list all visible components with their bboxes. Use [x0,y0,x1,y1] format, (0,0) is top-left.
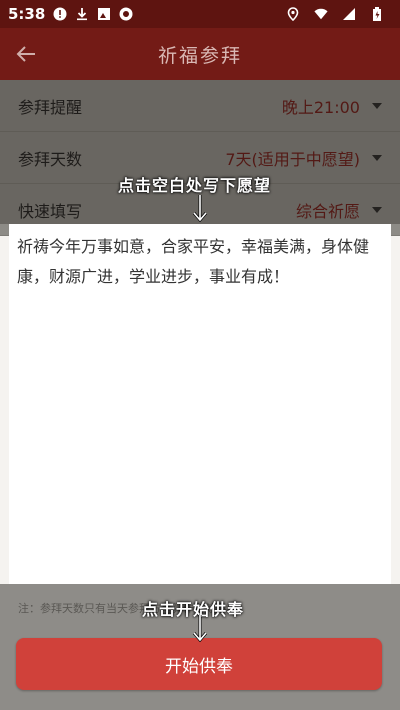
alert-icon [53,7,67,21]
start-offering-label: 开始供奉 [165,656,233,677]
status-bar: 5:38 [0,0,400,28]
image-icon [97,7,111,21]
hint-write-wish: 点击空白处写下愿望 [118,176,272,195]
download-icon [75,7,89,21]
wifi-icon [314,7,328,21]
location-icon [286,7,300,21]
back-button[interactable] [12,40,40,68]
app-bar: 祈福参拜 [0,28,400,80]
battery-icon [370,7,384,21]
start-offering-button[interactable]: 开始供奉 [16,638,382,690]
signal-icon [342,7,356,21]
shield-icon [119,7,133,21]
wish-text: 祈祷今年万事如意，合家平安，幸福美满，身体健康，财源广进，学业进步，事业有成！ [17,237,370,286]
down-arrow-icon [192,615,208,642]
back-arrow-icon [16,46,35,62]
page-title: 祈福参拜 [157,44,242,67]
down-arrow-icon [192,195,208,222]
status-time: 5:38 [8,5,46,23]
wish-textarea[interactable]: 祈祷今年万事如意，合家平安，幸福美满，身体健康，财源广进，学业进步，事业有成！ [9,224,391,584]
